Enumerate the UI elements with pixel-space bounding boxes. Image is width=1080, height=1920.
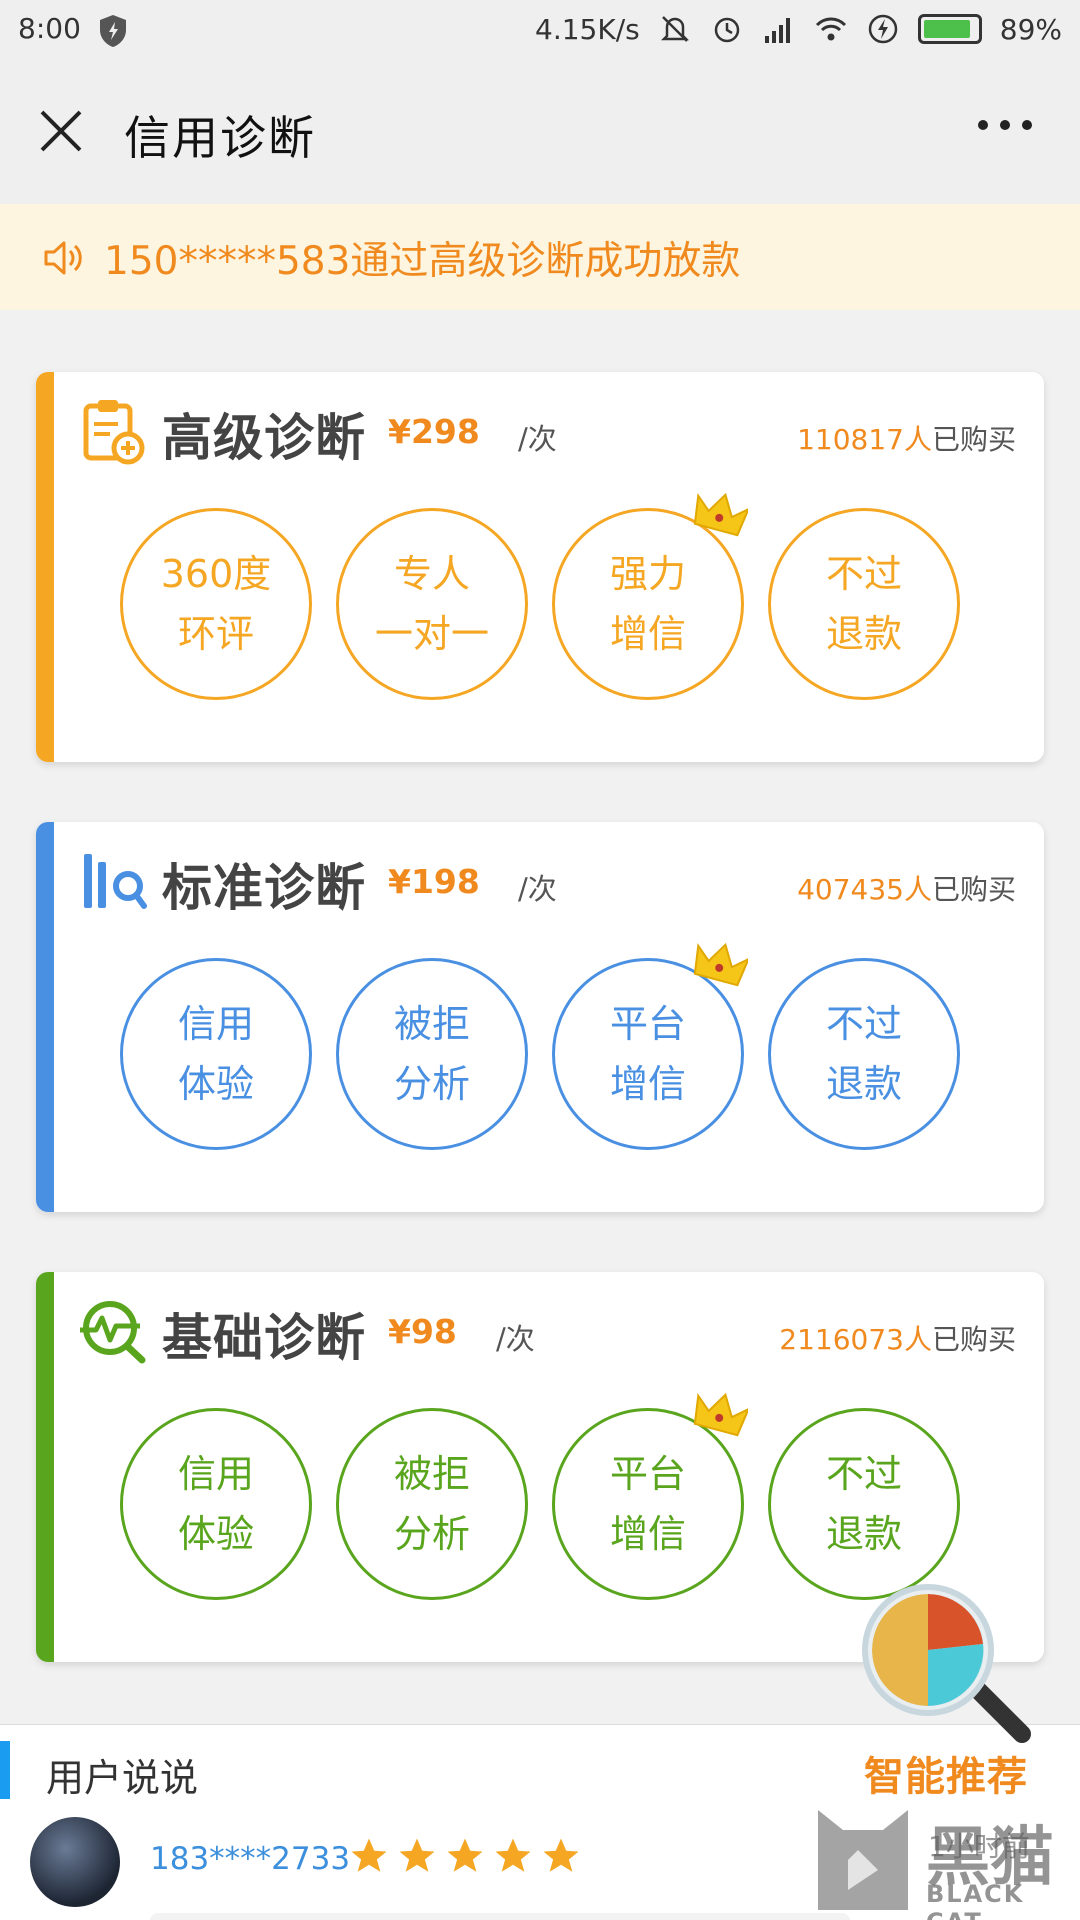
card-standard-diagnosis[interactable]: 标准诊断 ¥198 /次 407435人已购买 信用体验 被拒分析 平台增信 不…: [36, 822, 1044, 1212]
feature-line2: 环评: [177, 612, 254, 656]
cat-logo-icon: [818, 1810, 908, 1910]
crown-icon: [693, 492, 748, 537]
star-icon: [447, 1838, 483, 1872]
mute-icon: [660, 16, 689, 42]
feature-circle: 不过 退款: [768, 958, 960, 1150]
card-price-unit: /次: [518, 872, 557, 906]
feature-circle: 不过 退款: [768, 1408, 960, 1600]
review-comment: 好: [150, 1913, 850, 1920]
more-menu-icon[interactable]: [978, 120, 1032, 134]
buyers-suffix: 已购买: [931, 873, 1016, 906]
star-icon: [351, 1838, 387, 1872]
feature-line1: 平台: [609, 1452, 686, 1496]
card-stripe: [36, 1272, 54, 1662]
star-icon: [495, 1838, 531, 1872]
feature-line1: 强力: [609, 552, 686, 596]
card-title: 标准诊断: [162, 859, 366, 917]
clipboard-plus-icon: [83, 400, 145, 465]
card-title: 基础诊断: [162, 1309, 366, 1367]
buyers-suffix: 已购买: [931, 1323, 1016, 1356]
card-stripe: [36, 822, 54, 1212]
feature-line2: 增信: [609, 1062, 686, 1106]
smart-recommend-button[interactable]: 智能推荐: [852, 1574, 1048, 1814]
feature-circle: 信用 体验: [120, 1408, 312, 1600]
card-price-unit: /次: [518, 422, 557, 456]
feature-line1: 平台: [609, 1002, 686, 1046]
crown-icon: [693, 1392, 748, 1437]
magnifier-pie-icon: [862, 1584, 1031, 1743]
feature-line2: 一对一: [374, 612, 489, 656]
notice-text: 150*****583通过高级诊断成功放款: [104, 239, 741, 284]
crown-icon: [693, 942, 748, 987]
page-title: 信用诊断: [124, 111, 316, 165]
watermark-sub: BLACK CAT: [926, 1880, 1025, 1920]
status-bar: 8:00 4.15K/s 89%: [0, 0, 1080, 60]
feature-line1: 被拒: [393, 1452, 470, 1496]
status-time: 8:00: [18, 12, 81, 45]
feature-line1: 不过: [825, 1002, 902, 1046]
card-price: ¥198: [388, 862, 480, 901]
battery-level: 89%: [999, 12, 1062, 46]
feature-line1: 不过: [825, 1452, 902, 1496]
signal-icon: [764, 18, 790, 43]
feature-line2: 增信: [609, 1512, 686, 1556]
card-stripe: [36, 372, 54, 762]
feature-line2: 体验: [177, 1512, 254, 1556]
card-price-unit: /次: [496, 1322, 535, 1356]
section-accent-bar: [0, 1741, 10, 1799]
feature-line1: 360度: [160, 552, 272, 596]
notice-banner[interactable]: 150*****583通过高级诊断成功放款: [0, 204, 1080, 310]
star-icon: [399, 1838, 435, 1872]
feature-line1: 信用: [177, 1002, 254, 1046]
card-buyers: 110817人已购买: [797, 418, 1016, 458]
feature-line1: 专人: [393, 552, 470, 596]
feature-line2: 增信: [609, 612, 686, 656]
section-title: 用户说说: [46, 1756, 199, 1800]
feature-circle: 信用 体验: [120, 958, 312, 1150]
shield-icon: [100, 15, 126, 47]
card-price: ¥98: [388, 1312, 457, 1351]
feature-line1: 被拒: [393, 1002, 470, 1046]
avatar: [30, 1817, 120, 1907]
pulse-search-icon: [80, 1301, 146, 1364]
data-search-icon: [84, 854, 147, 909]
net-speed: 4.15K/s: [535, 12, 640, 46]
charging-icon: [868, 14, 898, 44]
rating-stars: [348, 1835, 582, 1877]
feature-circle: 被拒 分析: [336, 1408, 528, 1600]
speaker-icon: [44, 241, 82, 275]
watermark: 黑猫 BLACK CAT: [808, 1800, 1080, 1920]
buyers-suffix: 已购买: [931, 423, 1016, 456]
feature-line2: 分析: [393, 1062, 470, 1106]
smart-recommend-label: 智能推荐: [864, 1754, 1028, 1800]
alarm-icon: [714, 17, 740, 43]
feature-line1: 不过: [825, 552, 902, 596]
feature-line1: 信用: [177, 1452, 254, 1496]
feature-circle: 不过 退款: [768, 508, 960, 700]
feature-line2: 退款: [825, 1062, 902, 1106]
buyers-count: 110817人: [797, 423, 932, 456]
battery-icon: [917, 14, 982, 44]
title-bar: 信用诊断: [0, 60, 1080, 204]
feature-line2: 退款: [825, 1512, 902, 1556]
card-advanced-diagnosis[interactable]: 高级诊断 ¥298 /次 110817人已购买 360度环评 专人一对一 强力增…: [36, 372, 1044, 762]
card-buyers: 2116073人已购买: [779, 1318, 1016, 1358]
feature-line2: 退款: [825, 612, 902, 656]
card-buyers: 407435人已购买: [797, 868, 1016, 908]
reviewer-name: 183****2733: [150, 1841, 351, 1877]
close-icon[interactable]: [38, 108, 84, 154]
card-price: ¥298: [388, 412, 480, 451]
feature-circle: 被拒 分析: [336, 958, 528, 1150]
star-icon: [543, 1838, 579, 1872]
card-title: 高级诊断: [162, 409, 366, 467]
feature-circle: 专人 一对一: [336, 508, 528, 700]
buyers-count: 407435人: [797, 873, 932, 906]
buyers-count: 2116073人: [779, 1323, 932, 1356]
feature-circle: 360度环评: [120, 508, 312, 700]
wifi-icon: [815, 17, 846, 41]
feature-line2: 分析: [393, 1512, 470, 1556]
feature-line2: 体验: [177, 1062, 254, 1106]
